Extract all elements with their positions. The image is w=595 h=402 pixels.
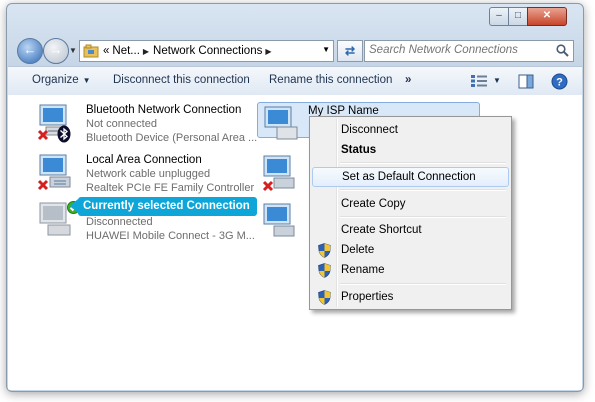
connection-status: Not connected [86,118,157,130]
organize-menu[interactable]: Organize ▼ [32,74,91,86]
address-dropdown-icon[interactable]: ▼ [322,45,330,54]
chevron-down-icon: ▼ [82,76,91,85]
menu-item-set-default[interactable]: Set as Default Connection [312,167,509,187]
command-bar: Organize ▼ Disconnect this connection Ren… [8,66,582,96]
minimize-button[interactable]: – [489,7,509,26]
disconnect-connection-button[interactable]: Disconnect this connection [113,74,250,86]
address-row: ← → ▼ « Net... ▶ Network Connections ▶ ▼… [7,34,583,66]
menu-item-label: Create Copy [341,198,406,210]
connection-item-local-area[interactable]: Local Area Connection Network cable unpl… [36,153,256,199]
menu-item-label: Create Shortcut [341,224,422,236]
menu-item-rename[interactable]: Rename [312,260,507,280]
network-adapter-icon [264,106,298,140]
breadcrumb-network[interactable]: Net... [112,45,139,57]
breadcrumb-overflow[interactable]: « [103,45,109,57]
error-x-icon [37,179,49,191]
view-options-dropdown-icon[interactable]: ▼ [493,76,501,85]
forward-button[interactable]: → [43,38,69,64]
connection-status: Network cable unplugged [86,168,211,180]
menu-item-label: Status [341,144,377,156]
connection-name: Local Area Connection [86,154,202,166]
close-button[interactable]: ✕ [527,7,567,26]
address-bar[interactable]: « Net... ▶ Network Connections ▶ ▼ [79,40,334,62]
uac-shield-icon [318,243,331,258]
menu-separator [340,189,506,191]
menu-item-status[interactable]: Status [312,140,507,160]
title-bar: – □ ✕ [7,4,583,34]
organize-label: Organize [32,74,79,86]
preview-pane-icon[interactable] [518,74,534,89]
menu-item-disconnect[interactable]: Disconnect [312,120,507,140]
menu-item-label: Delete [341,244,375,256]
selected-connection-callout: Currently selected Connection [70,197,257,216]
menu-item-properties[interactable]: Properties [312,287,507,307]
connection-device: HUAWEI Mobile Connect - 3G M... [86,230,255,242]
breadcrumb-arrow-icon[interactable]: ▶ [143,47,149,56]
search-box[interactable] [364,40,574,62]
menu-item-label: Disconnect [341,124,398,136]
context-menu: Disconnect Status Set as Default Connect… [309,116,512,310]
menu-separator [340,283,506,285]
bluetooth-icon [57,125,71,143]
menu-item-create-shortcut[interactable]: Create Shortcut [312,220,507,240]
menu-separator [340,216,506,218]
change-view-icon[interactable] [470,74,488,88]
breadcrumb-network-connections[interactable]: Network Connections [153,45,262,57]
back-button[interactable]: ← [17,38,43,64]
connection-name: Bluetooth Network Connection [86,104,242,116]
search-icon[interactable] [556,44,569,57]
connection-status: Disconnected [86,216,153,228]
connection-device: Bluetooth Device (Personal Area ... [86,132,258,144]
network-folder-icon [83,44,99,58]
recent-pages-dropdown[interactable]: ▼ [69,46,77,55]
rename-connection-button[interactable]: Rename this connection [269,74,392,86]
svg-text:?: ? [556,77,563,89]
menu-item-label: Properties [341,291,394,303]
network-adapter-icon[interactable] [260,202,302,242]
maximize-button[interactable]: □ [508,7,528,26]
menu-item-label: Set as Default Connection [342,171,476,183]
connection-device: Realtek PCIe FE Family Controller [86,182,255,194]
error-x-icon [262,180,274,192]
menu-separator [340,162,506,164]
menu-item-create-copy[interactable]: Create Copy [312,194,507,214]
connection-item-bluetooth[interactable]: Bluetooth Network Connection Not connect… [36,103,258,149]
menu-item-delete[interactable]: Delete [312,240,507,260]
help-icon[interactable]: ? [551,73,568,90]
error-x-icon [37,129,49,141]
menu-item-label: Rename [341,264,385,276]
search-input[interactable] [369,43,549,57]
uac-shield-icon [318,263,331,278]
breadcrumb-arrow-icon[interactable]: ▶ [265,47,271,56]
refresh-button[interactable]: ⇄ [337,40,363,62]
uac-shield-icon [318,290,331,305]
more-commands-button[interactable]: » [405,74,411,86]
